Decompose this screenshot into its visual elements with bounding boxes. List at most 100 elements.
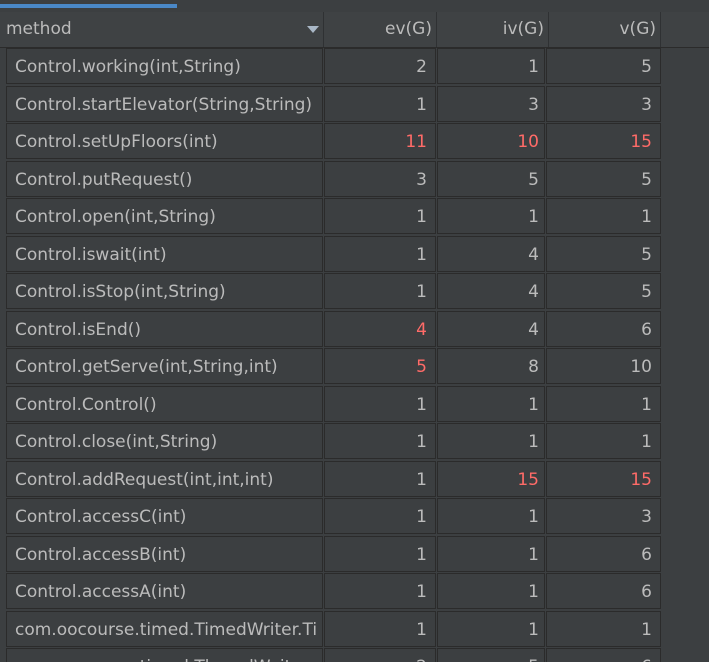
v-cell[interactable]: 3 [546,498,661,534]
v-cell[interactable]: 10 [546,348,661,384]
iv-cell[interactable]: 10 [437,123,545,159]
ev-cell[interactable]: 1 [324,535,436,572]
v-cell[interactable]: 15 [546,460,661,497]
ev-cell[interactable]: 5 [324,348,436,384]
method-cell[interactable]: Control.working(int,String) [6,48,323,84]
table-row[interactable]: Control.close(int,String) 1 1 1 [0,423,709,461]
table-row[interactable]: Control.accessB(int) 1 1 6 [0,535,709,574]
v-cell[interactable]: 5 [546,273,661,309]
method-cell[interactable]: Control.iswait(int) [6,235,323,272]
iv-cell[interactable]: 8 [437,348,545,384]
table-row[interactable]: Control.putRequest() 3 5 5 [0,160,709,199]
method-cell[interactable]: Control.open(int,String) [6,198,323,234]
iv-cell[interactable]: 4 [437,310,545,347]
method-cell[interactable]: Control.setUpFloors(int) [6,123,323,159]
table-row[interactable]: Control.working(int,String) 2 1 5 [0,48,709,86]
ev-cell[interactable]: 3 [324,160,436,197]
ev-cell[interactable]: 1 [324,610,436,647]
v-cell[interactable]: 1 [546,385,661,422]
iv-cell[interactable]: 1 [437,573,545,609]
chevron-down-icon[interactable] [307,26,319,33]
ev-cell[interactable]: 1 [324,460,436,497]
iv-cell[interactable]: 3 [437,85,545,122]
method-cell[interactable]: Control.putRequest() [6,160,323,197]
ev-cell[interactable]: 1 [324,498,436,534]
table-empty-area [662,48,709,662]
iv-cell[interactable]: 4 [437,273,545,309]
metrics-table-window: method ev(G) iv(G) v(G) Control.working(… [0,0,709,662]
column-header-method[interactable]: method [0,12,324,47]
v-cell[interactable]: 6 [546,573,661,609]
ev-cell[interactable]: 11 [324,123,436,159]
ev-cell[interactable]: 1 [324,85,436,122]
iv-cell[interactable]: 4 [437,235,545,272]
method-cell[interactable]: Control.close(int,String) [6,423,323,459]
ev-cell[interactable]: 1 [324,423,436,459]
v-cell[interactable]: 6 [546,535,661,572]
ev-cell[interactable]: 2 [324,48,436,84]
table-header: method ev(G) iv(G) v(G) [0,12,709,48]
ev-cell[interactable]: 4 [324,310,436,347]
table-row[interactable]: Control.isEnd() 4 4 6 [0,310,709,349]
method-cell[interactable]: com.oocourse.timed.TimedWriter.Ti [6,610,323,647]
ev-cell[interactable]: 1 [324,273,436,309]
v-cell[interactable]: 6 [546,310,661,347]
iv-cell[interactable]: 1 [437,385,545,422]
table-row[interactable]: Control.Control() 1 1 1 [0,385,709,424]
table-row[interactable]: Control.setUpFloors(int) 11 10 15 [0,123,709,161]
v-cell[interactable]: 15 [546,123,661,159]
ev-cell[interactable]: 1 [324,573,436,609]
table-row[interactable]: Control.accessA(int) 1 1 6 [0,573,709,611]
column-header-iv-label: iv(G) [502,19,544,39]
iv-cell[interactable]: 5 [437,160,545,197]
table-row[interactable]: Control.getServe(int,String,int) 5 8 10 [0,348,709,386]
table-row[interactable]: Control.addRequest(int,int,int) 1 15 15 [0,460,709,499]
column-header-method-label: method [6,19,72,39]
v-cell[interactable]: 5 [546,160,661,197]
v-cell[interactable]: 6 [546,648,661,662]
method-cell[interactable]: Control.accessB(int) [6,535,323,572]
iv-cell[interactable]: 5 [437,648,545,662]
table-row[interactable]: com.oocourse.timed.ThreadWait256 [0,648,709,662]
ev-cell[interactable]: 1 [324,385,436,422]
iv-cell[interactable]: 1 [437,498,545,534]
table-row[interactable]: Control.open(int,String) 1 1 1 [0,198,709,236]
table-row[interactable]: com.oocourse.timed.TimedWriter.Ti 1 1 1 [0,610,709,649]
ev-cell[interactable]: 1 [324,235,436,272]
table-row[interactable]: Control.iswait(int) 1 4 5 [0,235,709,274]
tab-strip [0,0,709,10]
ev-cell[interactable]: 1 [324,198,436,234]
iv-cell[interactable]: 1 [437,535,545,572]
active-tab-indicator [0,4,177,8]
iv-cell[interactable]: 1 [437,198,545,234]
ev-cell[interactable]: 2 [324,648,436,662]
table-row[interactable]: Control.accessC(int) 1 1 3 [0,498,709,536]
column-header-v-label: v(G) [619,19,657,39]
method-cell[interactable]: Control.isEnd() [6,310,323,347]
table-body: Control.working(int,String) 2 1 5 Control.st… [0,48,709,662]
method-cell[interactable]: Control.addRequest(int,int,int) [6,460,323,497]
column-header-iv[interactable]: iv(G) [438,12,549,47]
iv-cell[interactable]: 1 [437,423,545,459]
method-cell[interactable]: Control.Control() [6,385,323,422]
method-cell[interactable]: Control.startElevator(String,String) [6,85,323,122]
v-cell[interactable]: 3 [546,85,661,122]
v-cell[interactable]: 1 [546,198,661,234]
iv-cell[interactable]: 1 [437,610,545,647]
column-header-v[interactable]: v(G) [550,12,661,47]
method-cell[interactable]: Control.getServe(int,String,int) [6,348,323,384]
v-cell[interactable]: 5 [546,48,661,84]
iv-cell[interactable]: 1 [437,48,545,84]
table-row[interactable]: Control.startElevator(String,String) 1 3 3 [0,85,709,124]
v-cell[interactable]: 5 [546,235,661,272]
column-header-ev-label: ev(G) [385,19,432,39]
v-cell[interactable]: 1 [546,423,661,459]
method-cell[interactable]: Control.accessA(int) [6,573,323,609]
column-header-ev[interactable]: ev(G) [325,12,437,47]
iv-cell[interactable]: 15 [437,460,545,497]
method-cell[interactable]: Control.accessC(int) [6,498,323,534]
method-cell[interactable]: com.oocourse.timed.ThreadWait [6,648,323,662]
method-cell[interactable]: Control.isStop(int,String) [6,273,323,309]
v-cell[interactable]: 1 [546,610,661,647]
table-row[interactable]: Control.isStop(int,String) 1 4 5 [0,273,709,311]
